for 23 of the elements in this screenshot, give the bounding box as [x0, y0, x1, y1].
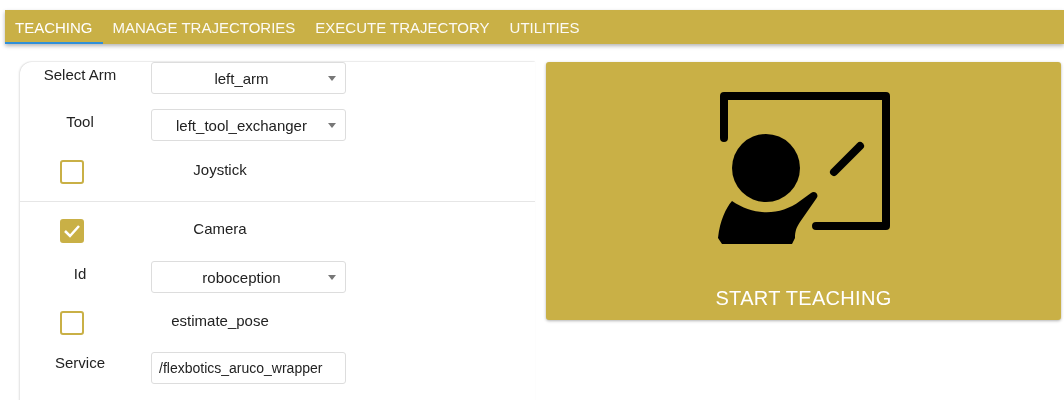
tab[interactable]: EXECUTE TRAJECTORY: [305, 10, 500, 44]
dropdown[interactable]: left_arm: [151, 62, 346, 94]
dropdown[interactable]: left_tool_exchanger: [151, 109, 346, 141]
checkbox-label: Camera: [192, 219, 248, 237]
checkbox[interactable]: [60, 219, 84, 243]
input-field[interactable]: /flexbotics_aruco_wrapper: [151, 352, 346, 384]
checkbox[interactable]: [60, 160, 84, 184]
tab[interactable]: TEACHING: [5, 10, 103, 44]
tab[interactable]: UTILITIES: [499, 10, 590, 44]
field-label: Select Arm: [43, 65, 117, 83]
tab[interactable]: MANAGE TRAJECTORIES: [102, 10, 306, 44]
caret-icon: [328, 123, 336, 128]
field-label: Service: [55, 353, 105, 371]
caret-icon: [328, 275, 336, 280]
checkmark-icon: [63, 224, 81, 238]
checkbox-label: Joystick: [192, 160, 248, 178]
field-label: Id: [73, 264, 87, 282]
checkbox[interactable]: [60, 311, 84, 335]
caret-icon: [328, 76, 336, 81]
field-label: Tool: [66, 112, 94, 130]
start-teaching-button[interactable]: START TEACHING: [546, 62, 1061, 320]
checkbox-label: estimate_pose: [170, 311, 270, 329]
dropdown[interactable]: roboception: [151, 261, 346, 293]
